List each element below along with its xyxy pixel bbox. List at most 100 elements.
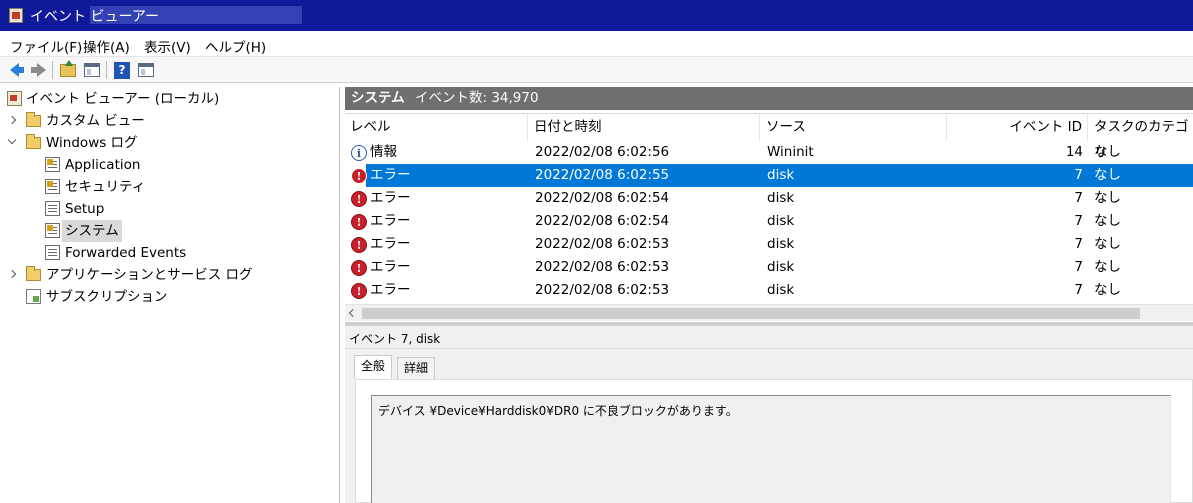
log-icon bbox=[45, 223, 60, 238]
tree-item-windows-logs[interactable]: Windows ログ bbox=[0, 132, 330, 154]
help-button[interactable]: ? bbox=[112, 60, 132, 80]
event-list: レベル 日付と時刻 ソース イベント ID タスクのカテゴリ i 情報 2022… bbox=[345, 113, 1193, 324]
toolbar: ? bbox=[0, 57, 1193, 83]
event-count: イベント数: 34,970 bbox=[415, 90, 539, 106]
cell-datetime: 2022/02/08 6:02:56 bbox=[535, 144, 670, 160]
event-detail-pane: イベント 7, disk 全般 詳細 デバイス ¥Device¥Harddisk… bbox=[345, 326, 1193, 503]
tab-content: デバイス ¥Device¥Harddisk0¥DR0 に不良ブロックがあります。 bbox=[355, 379, 1193, 503]
menu-help[interactable]: ヘルプ(H) bbox=[205, 36, 266, 56]
chevron-right-icon[interactable] bbox=[7, 115, 17, 125]
cell-datetime: 2022/02/08 6:02:53 bbox=[535, 236, 670, 252]
tab-general[interactable]: 全般 bbox=[354, 355, 393, 379]
back-button[interactable] bbox=[4, 60, 24, 80]
menu-view[interactable]: 表示(V) bbox=[144, 36, 191, 56]
scroll-left-icon[interactable] bbox=[348, 308, 358, 318]
table-row[interactable]: ! エラー 2022/02/08 6:02:53 disk 7 なし bbox=[345, 279, 1193, 302]
cell-event-id: 7 bbox=[1074, 167, 1083, 183]
error-icon: ! bbox=[351, 283, 367, 299]
tree-item-system[interactable]: システム bbox=[0, 220, 330, 242]
show-hide-action-pane-button[interactable] bbox=[136, 60, 156, 80]
table-row-selected[interactable]: ! エラー 2022/02/08 6:02:55 disk 7 なし bbox=[345, 164, 1193, 187]
tree-item-security[interactable]: セキュリティ bbox=[0, 176, 330, 198]
cell-task-category: なし bbox=[1094, 144, 1121, 160]
cell-level: エラー bbox=[370, 282, 411, 298]
tree-item-application[interactable]: Application bbox=[0, 154, 330, 176]
forward-button[interactable] bbox=[27, 60, 47, 80]
tree-item-apps-services-logs[interactable]: アプリケーションとサービス ログ bbox=[0, 264, 330, 286]
scrollbar-thumb[interactable] bbox=[362, 308, 1140, 319]
show-hide-console-tree-button[interactable] bbox=[82, 60, 102, 80]
error-icon: ! bbox=[351, 168, 367, 184]
cell-source: disk bbox=[767, 236, 795, 252]
chevron-right-icon[interactable] bbox=[7, 269, 17, 279]
cell-event-id: 7 bbox=[1074, 213, 1083, 229]
folder-icon bbox=[26, 266, 41, 281]
cell-task-category: なし bbox=[1094, 282, 1121, 298]
cell-source: disk bbox=[767, 167, 795, 183]
table-row[interactable]: ! エラー 2022/02/08 6:02:53 disk 7 なし bbox=[345, 233, 1193, 256]
chevron-down-icon[interactable] bbox=[7, 135, 17, 145]
cell-level: 情報 bbox=[370, 144, 397, 160]
event-message: デバイス ¥Device¥Harddisk0¥DR0 に不良ブロックがあります。 bbox=[378, 404, 738, 418]
action-pane-icon bbox=[138, 63, 154, 77]
log-title: システム bbox=[351, 90, 405, 106]
cell-level: エラー bbox=[370, 236, 411, 252]
error-icon: ! bbox=[351, 237, 367, 253]
event-viewer-app-icon bbox=[9, 8, 23, 23]
tree-item-forwarded-events[interactable]: Forwarded Events bbox=[0, 242, 330, 264]
divider bbox=[345, 348, 1193, 349]
console-tree-icon bbox=[84, 63, 100, 77]
folder-up-icon bbox=[60, 59, 76, 77]
horizontal-scrollbar[interactable] bbox=[345, 304, 1193, 321]
column-header-event-id[interactable]: イベント ID bbox=[948, 114, 1088, 140]
toolbar-separator bbox=[106, 61, 107, 79]
cell-level: エラー bbox=[370, 167, 411, 183]
tree-item-subscriptions[interactable]: サブスクリプション bbox=[0, 286, 330, 308]
column-header-task-category[interactable]: タスクのカテゴリ bbox=[1089, 114, 1193, 161]
event-message-box[interactable]: デバイス ¥Device¥Harddisk0¥DR0 に不良ブロックがあります。 bbox=[371, 395, 1171, 503]
cell-level: エラー bbox=[370, 259, 411, 275]
table-row[interactable]: ! エラー 2022/02/08 6:02:54 disk 7 なし bbox=[345, 187, 1193, 210]
cell-datetime: 2022/02/08 6:02:54 bbox=[535, 213, 670, 229]
back-arrow-icon bbox=[9, 63, 24, 77]
tree-item-label: カスタム ビュー bbox=[46, 113, 145, 129]
up-one-level-button[interactable] bbox=[58, 59, 78, 80]
column-header-datetime[interactable]: 日付と時刻 bbox=[529, 114, 760, 140]
column-header-source[interactable]: ソース bbox=[761, 114, 947, 140]
error-icon: ! bbox=[351, 260, 367, 276]
title-bar: イベント ビューアー bbox=[0, 0, 1193, 31]
tree-root[interactable]: イベント ビューアー (ローカル) bbox=[0, 88, 330, 110]
cell-event-id: 7 bbox=[1074, 236, 1083, 252]
table-row[interactable]: ! エラー 2022/02/08 6:02:53 disk 7 なし bbox=[345, 256, 1193, 279]
cell-source: disk bbox=[767, 282, 795, 298]
cell-datetime: 2022/02/08 6:02:53 bbox=[535, 282, 670, 298]
column-header-level[interactable]: レベル bbox=[345, 114, 528, 140]
event-viewer-icon bbox=[7, 91, 22, 106]
cell-task-category: なし bbox=[1094, 190, 1121, 206]
cell-source: disk bbox=[767, 259, 795, 275]
tree-item-custom-views[interactable]: カスタム ビュー bbox=[0, 110, 330, 132]
tree-item-label: セキュリティ bbox=[65, 179, 146, 195]
cell-source: disk bbox=[767, 190, 795, 206]
table-row[interactable]: i 情報 2022/02/08 6:02:56 Wininit 14 なし bbox=[345, 141, 1193, 164]
menu-file[interactable]: ファイル(F) bbox=[10, 36, 82, 56]
tree-item-label: システム bbox=[62, 220, 122, 242]
cell-task-category: なし bbox=[1094, 236, 1121, 252]
folder-icon bbox=[26, 112, 41, 127]
window-title: イベント ビューアー bbox=[30, 9, 160, 25]
tree-item-label: Setup bbox=[65, 201, 105, 217]
tab-details[interactable]: 詳細 bbox=[397, 357, 436, 379]
subscription-icon bbox=[26, 289, 41, 304]
console-tree: イベント ビューアー (ローカル) カスタム ビュー Windows ログ Ap… bbox=[0, 87, 340, 503]
tree-item-label: Forwarded Events bbox=[65, 245, 187, 261]
cell-level: エラー bbox=[370, 190, 411, 206]
cell-level: エラー bbox=[370, 213, 411, 229]
log-icon bbox=[45, 201, 60, 216]
error-icon: ! bbox=[351, 214, 367, 230]
tree-item-setup[interactable]: Setup bbox=[0, 198, 330, 220]
cell-task-category: なし bbox=[1094, 259, 1121, 275]
table-row[interactable]: ! エラー 2022/02/08 6:02:54 disk 7 なし bbox=[345, 210, 1193, 233]
cell-datetime: 2022/02/08 6:02:54 bbox=[535, 190, 670, 206]
menu-action[interactable]: 操作(A) bbox=[83, 36, 130, 56]
cell-event-id: 7 bbox=[1074, 259, 1083, 275]
